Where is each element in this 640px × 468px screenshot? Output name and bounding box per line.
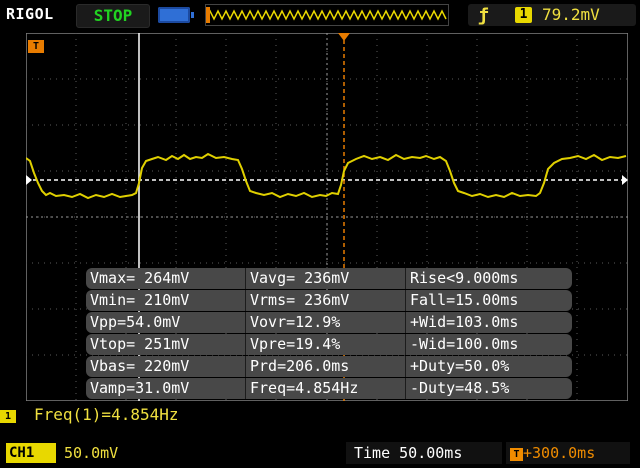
channel1-vertical-scale[interactable]: 50.0mV	[64, 443, 118, 463]
trigger-offset-icon: T	[510, 448, 523, 461]
measurement-vpre: Vpre=19.4%	[246, 334, 406, 355]
measurement-vavg: Vavg= 236mV	[246, 268, 406, 289]
channel1-label[interactable]: CH1	[6, 443, 56, 463]
measurement-row: Vpp=54.0mV Vovr=12.9% +Wid=103.0ms	[86, 312, 572, 333]
measurement-rise: Rise<9.000ms	[406, 268, 572, 289]
trigger-level-value: 79.2mV	[542, 5, 600, 24]
measurement-vmax: Vmax= 264mV	[86, 268, 246, 289]
trigger-offset-readout[interactable]: T +300.0ms	[506, 442, 630, 464]
measurement-row: Vmin= 210mV Vrms= 236mV Fall=15.00ms	[86, 290, 572, 311]
measurement-vtop: Vtop= 251mV	[86, 334, 246, 355]
memory-overview-trace	[206, 7, 447, 23]
measurement-neg-width: -Wid=100.0ms	[406, 334, 572, 355]
measurement-period: Prd=206.0ms	[246, 356, 406, 377]
run-stop-status[interactable]: STOP	[76, 4, 150, 28]
channel1-offset-marker: 1	[0, 410, 16, 423]
rising-edge-icon: ƒ	[478, 5, 489, 26]
measurement-row: Vtop= 251mV Vpre=19.4% -Wid=100.0ms	[86, 334, 572, 355]
measurement-row: Vmax= 264mV Vavg= 236mV Rise<9.000ms	[86, 268, 572, 289]
measurement-row: Vamp=31.0mV Freq=4.854Hz -Duty=48.5%	[86, 378, 572, 399]
measurement-neg-duty: -Duty=48.5%	[406, 378, 572, 399]
trigger-source-badge: 1	[515, 7, 532, 23]
timebase-readout[interactable]: Time 50.00ms	[346, 442, 502, 464]
memory-waveform-overview[interactable]	[205, 4, 449, 26]
measurement-table: Vmax= 264mV Vavg= 236mV Rise<9.000ms Vmi…	[86, 268, 572, 400]
trigger-offset-value: +300.0ms	[523, 444, 596, 462]
brand-logo: RIGOL	[6, 5, 54, 23]
frequency-readout: Freq(1)=4.854Hz	[34, 405, 179, 424]
battery-icon	[158, 7, 194, 23]
measurement-pos-width: +Wid=103.0ms	[406, 312, 572, 333]
measurement-vpp: Vpp=54.0mV	[86, 312, 246, 333]
measurement-pos-duty: +Duty=50.0%	[406, 356, 572, 377]
measurement-vmin: Vmin= 210mV	[86, 290, 246, 311]
measurement-vamp: Vamp=31.0mV	[86, 378, 246, 399]
measurement-freq: Freq=4.854Hz	[246, 378, 406, 399]
measurement-vovr: Vovr=12.9%	[246, 312, 406, 333]
measurement-vbas: Vbas= 220mV	[86, 356, 246, 377]
measurement-fall: Fall=15.00ms	[406, 290, 572, 311]
measurement-vrms: Vrms= 236mV	[246, 290, 406, 311]
measurement-row: Vbas= 220mV Prd=206.0ms +Duty=50.0%	[86, 356, 572, 377]
trigger-position-marker: T	[28, 40, 44, 53]
